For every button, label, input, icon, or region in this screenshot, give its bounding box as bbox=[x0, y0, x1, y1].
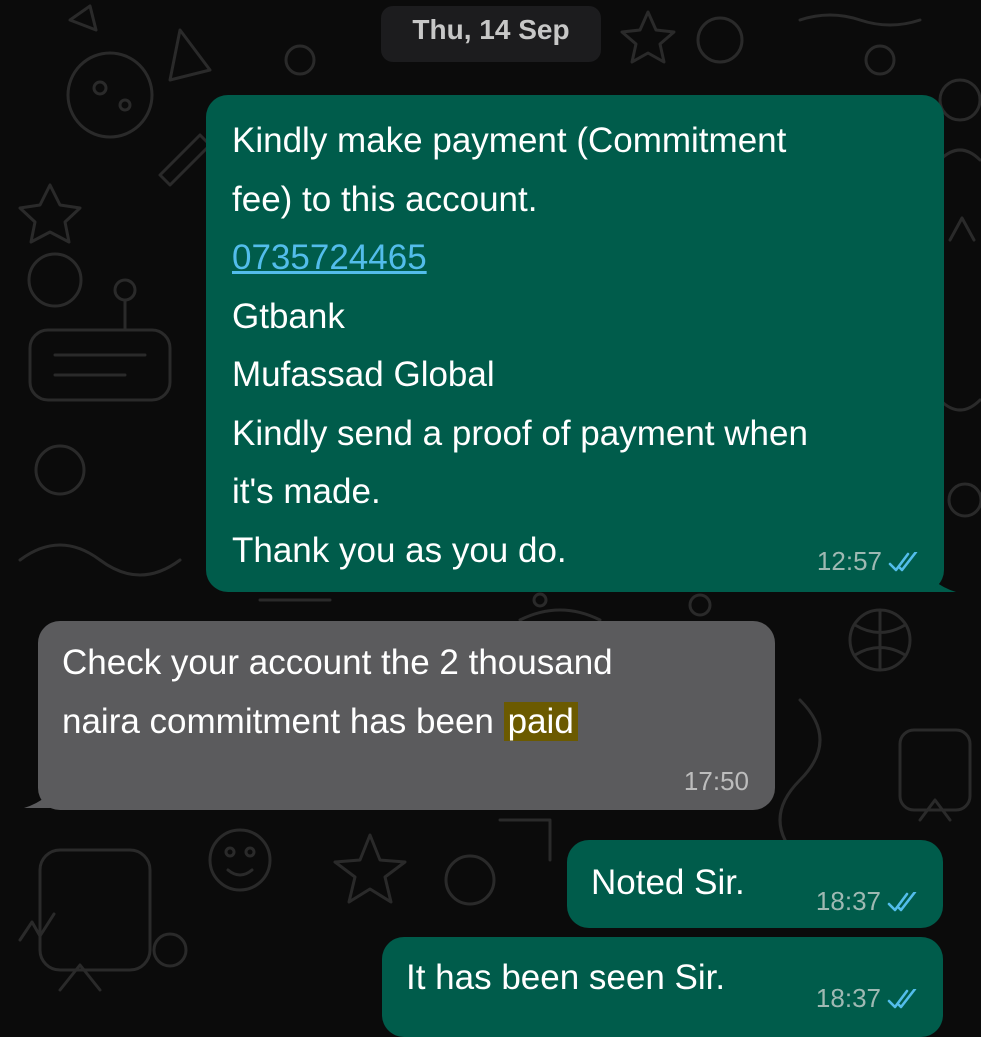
message-time: 18:37 bbox=[815, 886, 881, 916]
message-text-line: Kindly send a proof of payment when bbox=[232, 413, 808, 453]
message-text-line: Check your account the 2 thousand bbox=[62, 643, 613, 682]
message-text-line: Kindly make payment (Commitment bbox=[232, 121, 787, 160]
message-time: 18:37 bbox=[815, 983, 881, 1013]
message-outgoing-noted[interactable]: Noted Sir. 18:37 bbox=[567, 840, 943, 928]
date-separator: Thu, 14 Sep bbox=[381, 6, 601, 62]
message-text-segment: naira commitment has been bbox=[62, 701, 504, 741]
message-text-line: naira commitment has been paid bbox=[62, 693, 751, 752]
search-highlight: paid bbox=[503, 701, 578, 741]
message-text-line: Mufassad Global bbox=[232, 355, 495, 394]
message-text-line: Gtbank bbox=[232, 296, 345, 336]
message-text-line: it's made. bbox=[232, 472, 381, 511]
message-meta: 18:37 bbox=[816, 983, 921, 1013]
message-meta: 17:50 bbox=[684, 766, 749, 796]
phone-number-link-text[interactable]: 0735724465 bbox=[232, 238, 427, 277]
double-check-icon bbox=[887, 989, 917, 1009]
message-outgoing-seen[interactable]: It has been seen Sir. 18:37 bbox=[382, 937, 943, 1037]
message-incoming-payment-confirmation[interactable]: Check your account the 2 thousand naira … bbox=[38, 621, 775, 810]
message-meta: 18:37 bbox=[816, 886, 921, 916]
account-number-link[interactable]: 0735724465 bbox=[232, 229, 920, 288]
message-text-line: fee) to this account. bbox=[232, 179, 538, 219]
message-time: 17:50 bbox=[683, 766, 749, 796]
message-outgoing-payment-details[interactable]: Kindly make payment (Commitment fee) to … bbox=[206, 95, 944, 592]
message-time: 12:57 bbox=[816, 546, 882, 576]
double-check-icon bbox=[888, 552, 918, 572]
message-meta: 12:57 bbox=[817, 546, 922, 576]
double-check-icon bbox=[887, 892, 917, 912]
